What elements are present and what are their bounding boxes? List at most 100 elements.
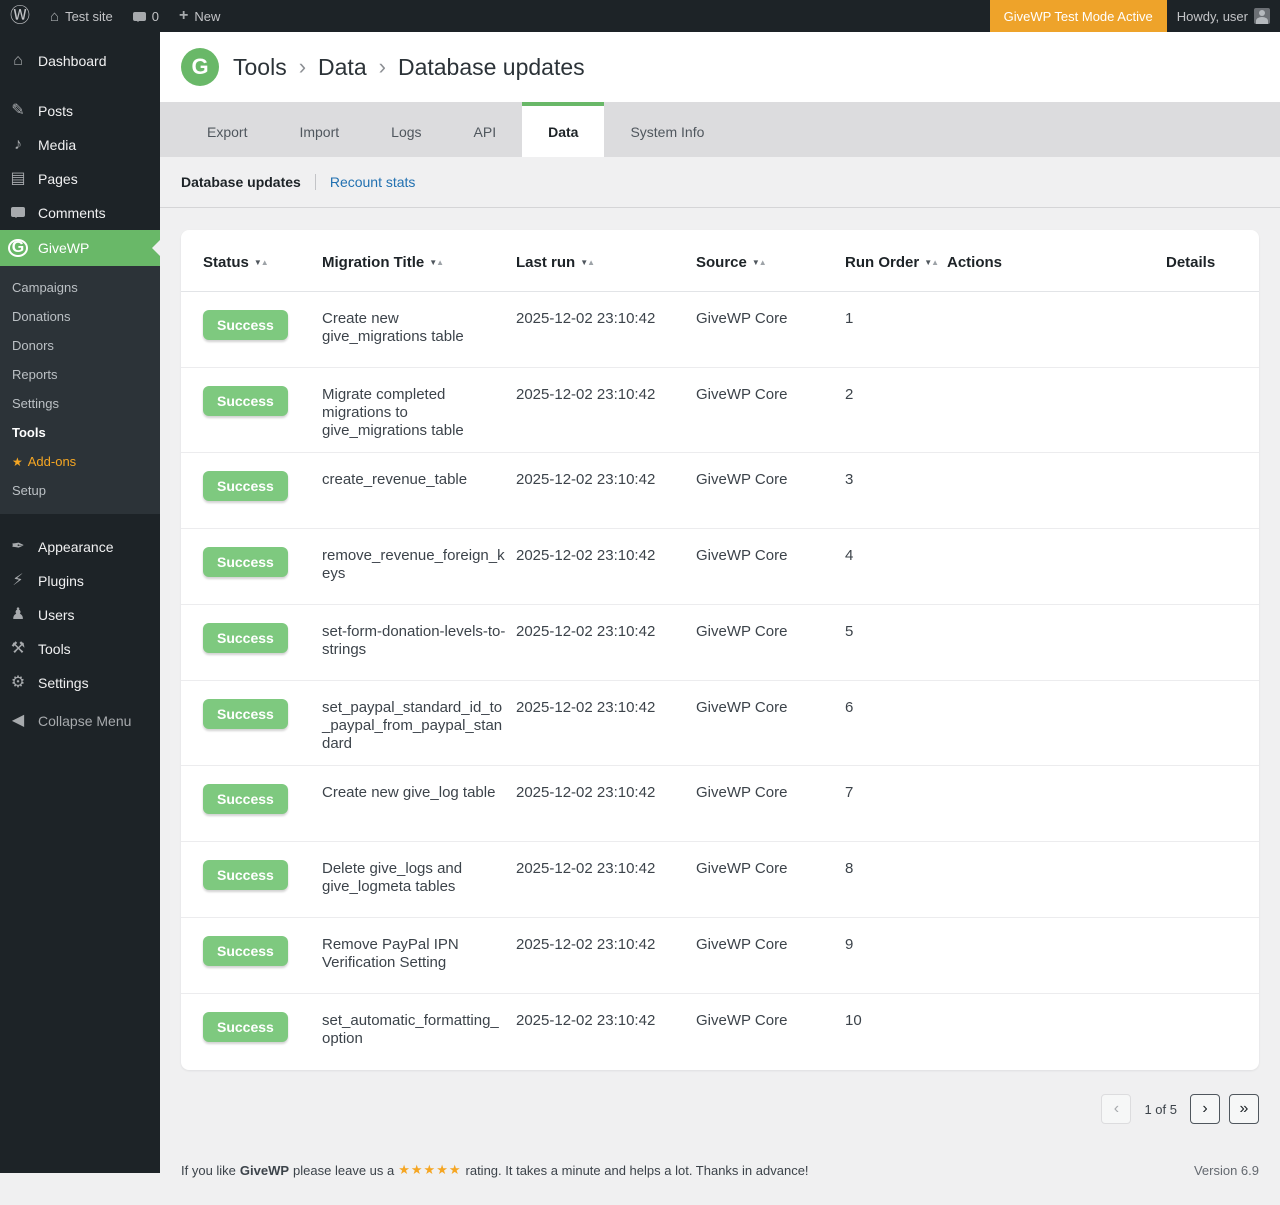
last-run-cell: 2025-12-02 23:10:42: [516, 699, 696, 717]
breadcrumb-data[interactable]: Data: [318, 54, 367, 81]
menu-separator: [0, 514, 160, 530]
status-badge: Success: [203, 623, 288, 653]
column-label: Migration Title: [322, 254, 424, 271]
status-badge: Success: [203, 860, 288, 890]
collapse-menu-button[interactable]: ◀ Collapse Menu: [0, 704, 160, 738]
submenu-item-tools[interactable]: Tools: [0, 418, 160, 447]
menu-separator: [0, 78, 160, 94]
source-cell: GiveWP Core: [696, 547, 845, 565]
home-icon: ⌂: [50, 8, 59, 25]
status-cell: Success: [203, 471, 322, 501]
source-cell: GiveWP Core: [696, 699, 845, 717]
table-row: Success set-form-donation-levels-to-stri…: [181, 605, 1259, 681]
sidebar-item-label: Settings: [38, 675, 89, 691]
wordpress-menu[interactable]: Ⓦ: [0, 0, 40, 32]
run-order-cell: 8: [845, 860, 947, 878]
last-run-cell: 2025-12-02 23:10:42: [516, 1012, 696, 1030]
submenu-label: Donations: [12, 309, 71, 324]
page-footer: If you like GiveWP please leave us a ★★★…: [160, 1124, 1280, 1190]
column-header-actions: Actions: [947, 254, 1166, 271]
version-label: Version 6.9: [1194, 1163, 1259, 1178]
status-badge: Success: [203, 547, 288, 577]
source-cell: GiveWP Core: [696, 936, 845, 954]
column-header-migration-title[interactable]: Migration Title ▼▲: [322, 254, 516, 271]
run-order-cell: 4: [845, 547, 947, 565]
sidebar-item-label: GiveWP: [38, 240, 89, 256]
migration-title-cell: create_revenue_table: [322, 471, 516, 489]
submenu-label: Campaigns: [12, 280, 78, 295]
subnav-database-updates[interactable]: Database updates: [181, 174, 301, 190]
subnav-recount-stats-link[interactable]: Recount stats: [330, 174, 416, 190]
tab-bar: Export Import Logs API Data System Info: [160, 102, 1280, 157]
sidebar-item-appearance[interactable]: ✒ Appearance: [0, 530, 160, 564]
sidebar-item-posts[interactable]: ✎ Posts: [0, 94, 160, 128]
howdy-account-menu[interactable]: Howdy, user: [1167, 0, 1280, 32]
sidebar-item-settings[interactable]: ⚙ Settings: [0, 666, 160, 700]
last-run-cell: 2025-12-02 23:10:42: [516, 310, 696, 328]
tab-import[interactable]: Import: [273, 102, 365, 157]
submenu-item-campaigns[interactable]: Campaigns: [0, 273, 160, 302]
content-body: Status ▼▲ Migration Title ▼▲ Last run ▼▲…: [160, 208, 1280, 1124]
source-cell: GiveWP Core: [696, 386, 845, 404]
last-run-cell: 2025-12-02 23:10:42: [516, 860, 696, 878]
sidebar-item-givewp[interactable]: G GiveWP: [0, 230, 160, 266]
sidebar-item-pages[interactable]: ▤ Pages: [0, 162, 160, 196]
submenu-item-settings[interactable]: Settings: [0, 389, 160, 418]
sidebar-item-users[interactable]: ♟ Users: [0, 598, 160, 632]
breadcrumb-tools[interactable]: Tools: [233, 54, 287, 81]
sidebar-item-comments[interactable]: Comments: [0, 196, 160, 230]
givewp-submenu: Campaigns Donations Donors Reports Setti…: [0, 266, 160, 514]
five-stars-link[interactable]: ★★★★★: [398, 1162, 461, 1178]
pagination-next-button[interactable]: ›: [1190, 1094, 1220, 1124]
column-label: Status: [203, 254, 249, 271]
tab-logs[interactable]: Logs: [365, 102, 447, 157]
source-cell: GiveWP Core: [696, 1012, 845, 1030]
submenu-item-setup[interactable]: Setup: [0, 476, 160, 505]
comments-shortcut[interactable]: 0: [123, 0, 169, 32]
run-order-cell: 7: [845, 784, 947, 802]
sidebar-item-label: Posts: [38, 103, 73, 119]
submenu-label: Setup: [12, 483, 46, 498]
plugins-icon: ⚡: [8, 573, 28, 589]
column-label: Source: [696, 254, 747, 271]
new-content-menu[interactable]: + New: [169, 0, 230, 32]
submenu-item-donors[interactable]: Donors: [0, 331, 160, 360]
sidebar-item-media[interactable]: ♪ Media: [0, 128, 160, 162]
table-row: Success remove_revenue_foreign_keys 2025…: [181, 529, 1259, 605]
submenu-item-donations[interactable]: Donations: [0, 302, 160, 331]
tab-data[interactable]: Data: [522, 102, 604, 157]
column-header-run-order[interactable]: Run Order ▼▲: [845, 254, 947, 271]
submenu-item-addons[interactable]: ★ Add-ons: [0, 447, 160, 476]
status-cell: Success: [203, 1012, 322, 1042]
page-header: G Tools › Data › Database updates: [160, 32, 1280, 102]
site-name-link[interactable]: ⌂ Test site: [40, 0, 123, 32]
avatar: [1254, 8, 1270, 24]
submenu-label: Donors: [12, 338, 54, 353]
table-row: Success set_paypal_standard_id_to_paypal…: [181, 681, 1259, 766]
pagination-last-button[interactable]: »: [1229, 1094, 1259, 1124]
settings-icon: ⚙: [8, 675, 28, 691]
status-cell: Success: [203, 386, 322, 416]
sidebar-item-label: Media: [38, 137, 76, 153]
sidebar-item-dashboard[interactable]: ⌂ Dashboard: [0, 44, 160, 78]
sidebar-item-plugins[interactable]: ⚡ Plugins: [0, 564, 160, 598]
submenu-item-reports[interactable]: Reports: [0, 360, 160, 389]
migration-title-cell: Create new give_log table: [322, 784, 516, 802]
tab-api[interactable]: API: [448, 102, 523, 157]
column-header-status[interactable]: Status ▼▲: [203, 254, 322, 271]
sidebar-item-tools[interactable]: ⚒ Tools: [0, 632, 160, 666]
table-body: Success Create new give_migrations table…: [181, 292, 1259, 1070]
givewp-icon: G: [8, 239, 28, 257]
sidebar-item-label: Plugins: [38, 573, 84, 589]
tab-system-info[interactable]: System Info: [604, 102, 730, 157]
column-header-last-run[interactable]: Last run ▼▲: [516, 254, 696, 271]
tab-export[interactable]: Export: [181, 102, 273, 157]
site-name-label: Test site: [65, 9, 113, 24]
run-order-cell: 3: [845, 471, 947, 489]
wordpress-logo-icon: Ⓦ: [10, 0, 30, 32]
pagination: ‹ 1 of 5 › »: [181, 1070, 1259, 1124]
sort-icon: ▼▲: [254, 258, 268, 267]
sidebar-item-label: Dashboard: [38, 53, 107, 69]
collapse-label: Collapse Menu: [38, 713, 131, 729]
column-header-source[interactable]: Source ▼▲: [696, 254, 845, 271]
